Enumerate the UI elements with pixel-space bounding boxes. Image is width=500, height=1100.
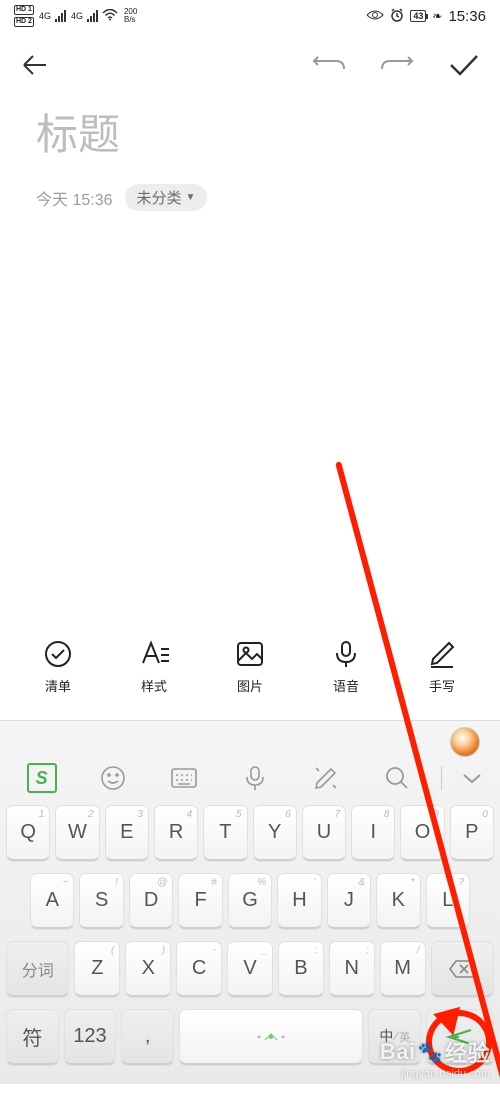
image-icon bbox=[234, 638, 266, 670]
hd1-indicator: HD 1 bbox=[14, 5, 34, 15]
header-bar bbox=[0, 32, 500, 91]
key-分词[interactable]: 分词 bbox=[6, 941, 69, 997]
key-e[interactable]: 3E bbox=[105, 805, 149, 861]
status-left: HD 1 HD 2 4G 4G 200 B/s bbox=[14, 5, 137, 27]
leaf-icon: ❧ bbox=[432, 9, 442, 23]
hd2-indicator: HD 2 bbox=[14, 17, 34, 27]
title-input[interactable]: 标题 bbox=[36, 101, 464, 162]
pen-icon bbox=[426, 638, 458, 670]
key-t[interactable]: 5T bbox=[203, 805, 247, 861]
mic-icon[interactable] bbox=[222, 765, 289, 791]
key-p[interactable]: 0P bbox=[450, 805, 494, 861]
back-arrow-icon[interactable] bbox=[20, 50, 50, 85]
ime-avatar-icon[interactable] bbox=[450, 727, 480, 757]
confirm-check-icon[interactable] bbox=[448, 53, 480, 82]
clock-text: 15:36 bbox=[448, 8, 486, 25]
undo-icon[interactable] bbox=[312, 56, 346, 79]
battery-indicator: 43 bbox=[410, 10, 426, 22]
key-k[interactable]: *K bbox=[376, 873, 420, 929]
key-v[interactable]: _V bbox=[227, 941, 273, 997]
microphone-icon bbox=[330, 638, 362, 670]
key-g[interactable]: %G bbox=[228, 873, 272, 929]
key-w[interactable]: 2W bbox=[55, 805, 99, 861]
key-y[interactable]: 6Y bbox=[253, 805, 297, 861]
key-space[interactable] bbox=[179, 1009, 363, 1065]
key-h[interactable]: 'H bbox=[277, 873, 321, 929]
category-chip[interactable]: 未分类 ▼ bbox=[125, 184, 208, 211]
net1-label: 4G bbox=[39, 11, 51, 21]
style-icon bbox=[138, 638, 170, 670]
alarm-icon bbox=[390, 8, 404, 25]
key-z[interactable]: (Z bbox=[74, 941, 120, 997]
note-editor-area[interactable]: 标题 今天 15:36 未分类 ▼ bbox=[0, 91, 500, 211]
network-speed: 200 B/s bbox=[124, 8, 137, 24]
note-date: 今天 15:36 bbox=[36, 186, 113, 210]
key-n[interactable]: ;N bbox=[329, 941, 375, 997]
keyboard-keys: 1Q2W3E4R5T6Y7U8I9O0P ~A!S@D#F%G'H&J*K?L … bbox=[0, 803, 500, 1065]
key-b[interactable]: :B bbox=[278, 941, 324, 997]
key-123[interactable]: 123 bbox=[64, 1009, 117, 1065]
key-backspace[interactable] bbox=[431, 941, 494, 997]
key-符[interactable]: 符 bbox=[6, 1009, 59, 1065]
chevron-down-icon: ▼ bbox=[186, 192, 196, 203]
paw-icon: 🐾 bbox=[418, 1040, 443, 1065]
key-a[interactable]: ~A bbox=[30, 873, 74, 929]
key-d[interactable]: @D bbox=[129, 873, 173, 929]
signal-1-icon bbox=[55, 10, 66, 22]
emoji-icon[interactable] bbox=[79, 765, 146, 791]
brush-icon[interactable] bbox=[293, 765, 360, 791]
status-right: 43 ❧ 15:36 bbox=[366, 8, 486, 25]
key-x[interactable]: )X bbox=[125, 941, 171, 997]
redo-icon[interactable] bbox=[380, 56, 414, 79]
tool-checklist[interactable]: 清单 bbox=[42, 638, 74, 695]
key-f[interactable]: #F bbox=[178, 873, 222, 929]
status-bar: HD 1 HD 2 4G 4G 200 B/s 43 ❧ 15:36 bbox=[0, 0, 500, 32]
key-r[interactable]: 4R bbox=[154, 805, 198, 861]
signal-2-icon bbox=[87, 10, 98, 22]
key-s[interactable]: !S bbox=[79, 873, 123, 929]
key-i[interactable]: 8I bbox=[351, 805, 395, 861]
key-,[interactable]: , bbox=[121, 1009, 174, 1065]
collapse-keyboard-icon[interactable] bbox=[452, 771, 492, 785]
wifi-icon bbox=[102, 8, 118, 24]
key-c[interactable]: -C bbox=[176, 941, 222, 997]
key-j[interactable]: &J bbox=[327, 873, 371, 929]
tool-handwrite[interactable]: 手写 bbox=[426, 638, 458, 695]
editor-tool-row: 清单 样式 图片 语音 手写 bbox=[0, 638, 500, 695]
key-m[interactable]: /M bbox=[380, 941, 426, 997]
key-q[interactable]: 1Q bbox=[6, 805, 50, 861]
key-u[interactable]: 7U bbox=[302, 805, 346, 861]
keyboard-layout-icon[interactable] bbox=[150, 767, 217, 789]
checklist-icon bbox=[42, 638, 74, 670]
tool-style[interactable]: 样式 bbox=[138, 638, 170, 695]
eye-icon bbox=[366, 8, 384, 24]
net2-label: 4G bbox=[71, 11, 83, 21]
category-label: 未分类 bbox=[137, 187, 182, 208]
sogou-logo-icon[interactable]: S bbox=[8, 763, 75, 793]
tool-image[interactable]: 图片 bbox=[234, 638, 266, 695]
watermark: Bai🐾经验 jingyan.baidu.com bbox=[380, 1036, 490, 1080]
tool-voice[interactable]: 语音 bbox=[330, 638, 362, 695]
